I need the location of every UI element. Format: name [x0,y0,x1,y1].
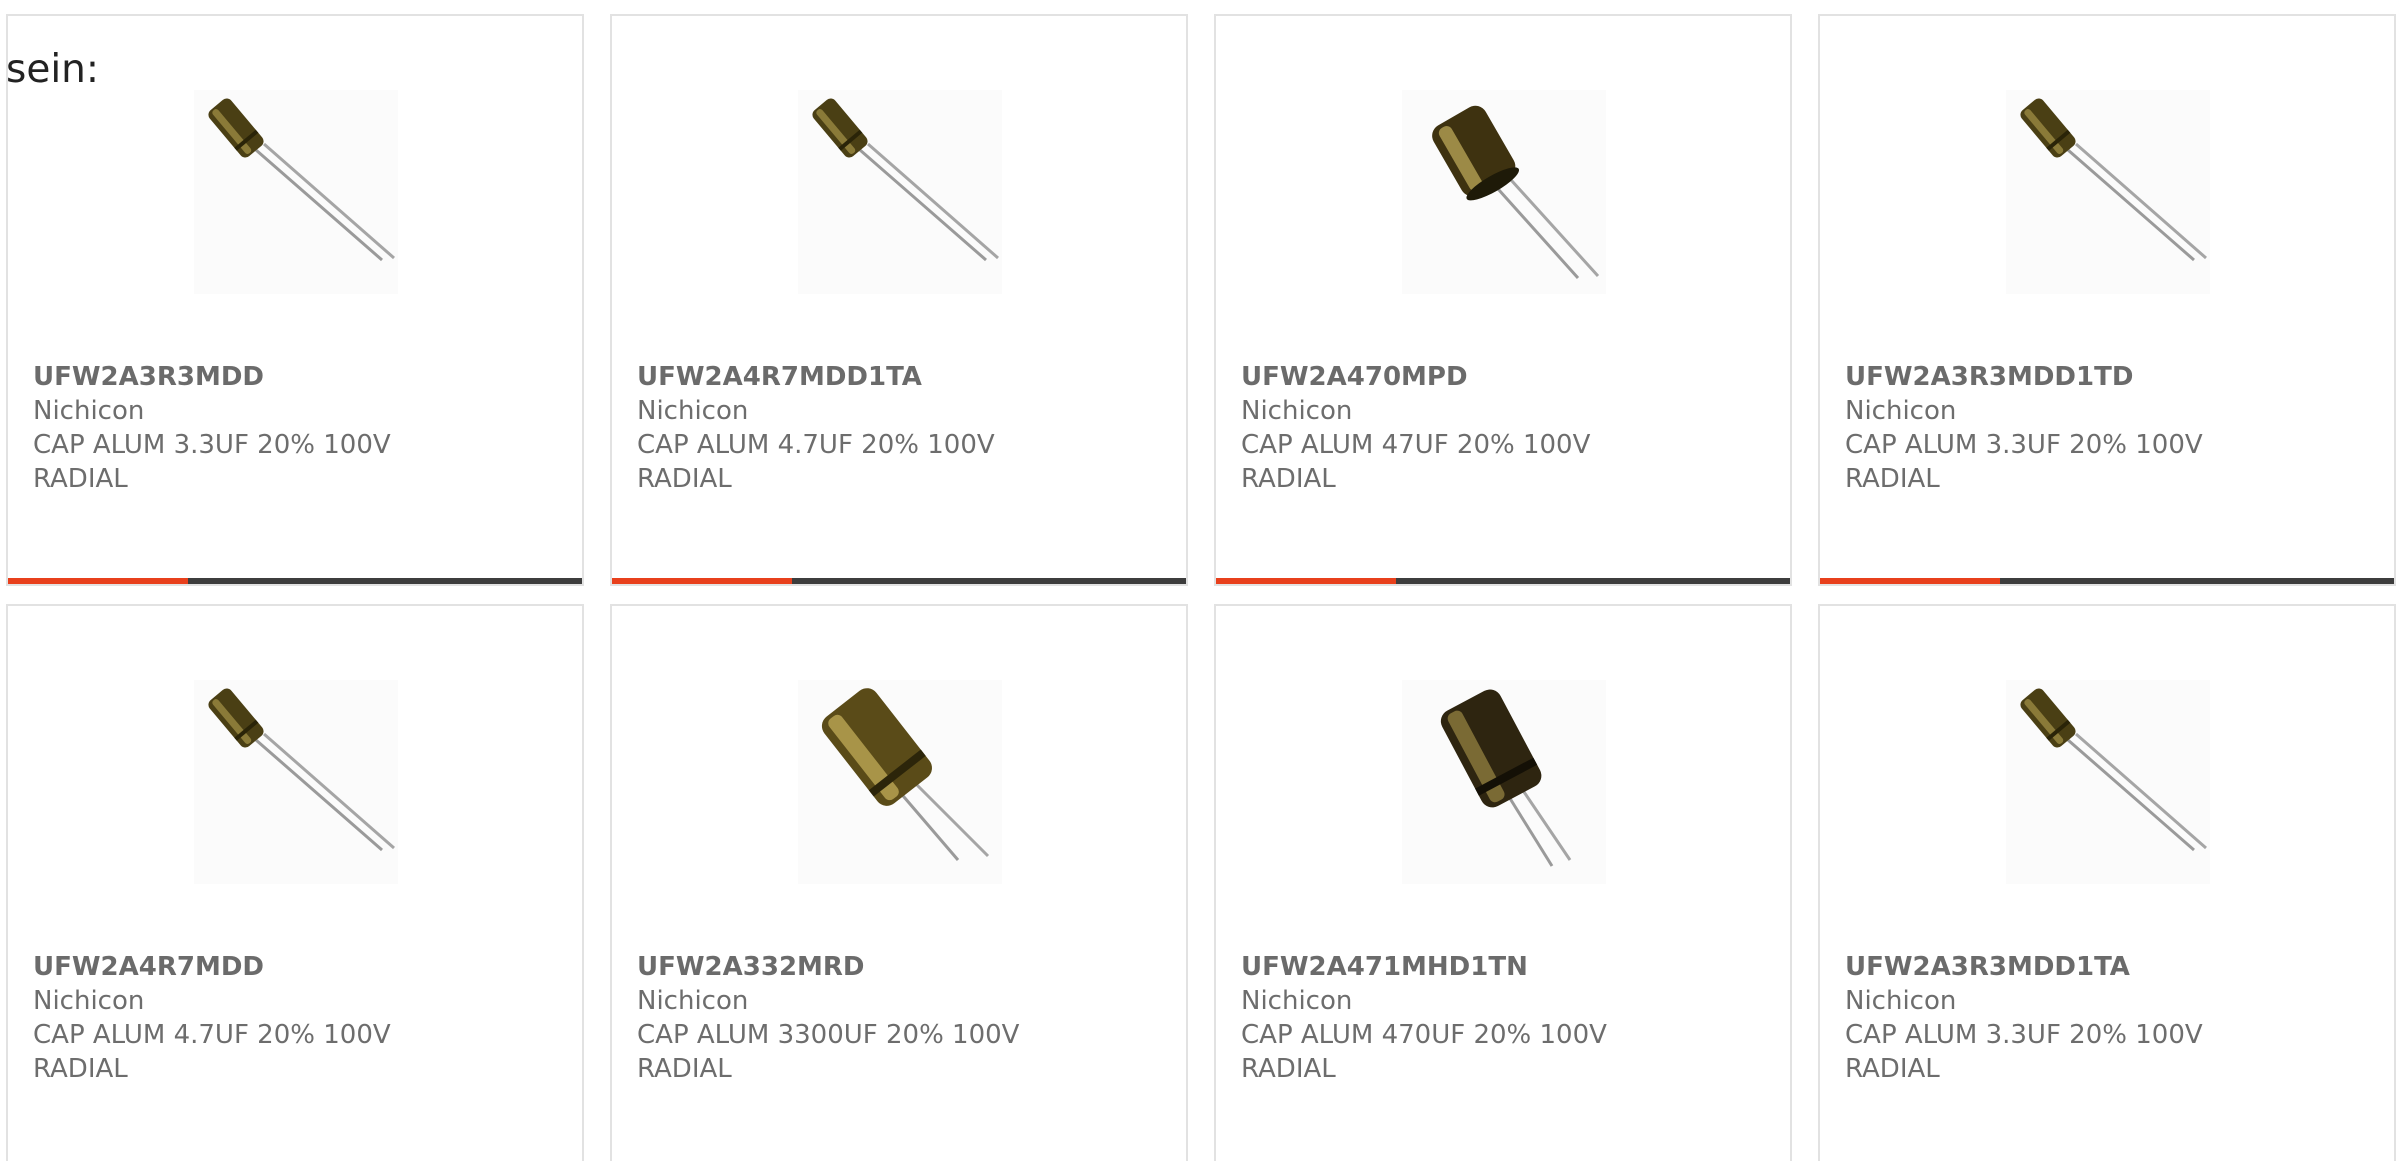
description: CAP ALUM 4.7UF 20% 100V [33,1020,391,1050]
product-image[interactable] [798,90,1002,294]
product-image[interactable] [2006,680,2210,884]
part-number[interactable]: UFW2A4R7MDD [33,950,553,984]
product-info: UFW2A3R3MDD Nichicon CAP ALUM 3.3UF 20% … [33,360,553,496]
card-bottom-bar [8,578,582,584]
product-info: UFW2A3R3MDD1TA Nichicon CAP ALUM 3.3UF 2… [1845,950,2365,1086]
product-grid: UFW2A3R3MDD Nichicon CAP ALUM 3.3UF 20% … [0,0,2400,1161]
product-info: UFW2A3R3MDD1TD Nichicon CAP ALUM 3.3UF 2… [1845,360,2365,496]
product-image[interactable] [2006,90,2210,294]
part-number[interactable]: UFW2A470MPD [1241,360,1761,394]
accent-bar [1820,578,2000,584]
product-image[interactable] [798,680,1002,884]
product-info: UFW2A470MPD Nichicon CAP ALUM 47UF 20% 1… [1241,360,1761,496]
product-card[interactable]: UFW2A3R3MDD1TA Nichicon CAP ALUM 3.3UF 2… [1818,604,2396,1161]
product-image[interactable] [1402,90,1606,294]
part-number[interactable]: UFW2A4R7MDD1TA [637,360,1157,394]
card-bottom-bar [612,578,1186,584]
description: CAP ALUM 470UF 20% 100V [1241,1020,1607,1050]
manufacturer: Nichicon [637,396,749,426]
accent-bar [1216,578,1396,584]
package: RADIAL [1241,1054,1336,1084]
package: RADIAL [1845,1054,1940,1084]
product-card[interactable]: UFW2A332MRD Nichicon CAP ALUM 3300UF 20%… [610,604,1188,1161]
card-bottom-bar [1216,578,1790,584]
description: CAP ALUM 3.3UF 20% 100V [1845,430,2203,460]
intro-text: sein: [6,47,100,92]
product-info: UFW2A4R7MDD Nichicon CAP ALUM 4.7UF 20% … [33,950,553,1086]
manufacturer: Nichicon [1241,396,1353,426]
manufacturer: Nichicon [1845,396,1957,426]
capacitor-icon [1440,689,1572,867]
product-image[interactable] [194,90,398,294]
product-info: UFW2A471MHD1TN Nichicon CAP ALUM 470UF 2… [1241,950,1761,1086]
product-card[interactable]: UFW2A4R7MDD1TA Nichicon CAP ALUM 4.7UF 2… [610,14,1188,586]
part-number[interactable]: UFW2A332MRD [637,950,1157,984]
description: CAP ALUM 47UF 20% 100V [1241,430,1591,460]
package: RADIAL [1845,464,1940,494]
product-card[interactable]: UFW2A3R3MDD1TD Nichicon CAP ALUM 3.3UF 2… [1818,14,2396,586]
manufacturer: Nichicon [1845,986,1957,1016]
capacitor-icon [208,688,395,852]
manufacturer: Nichicon [33,396,145,426]
capacitor-icon [208,98,395,262]
card-bottom-bar [1820,578,2394,584]
product-info: UFW2A4R7MDD1TA Nichicon CAP ALUM 4.7UF 2… [637,360,1157,496]
manufacturer: Nichicon [637,986,749,1016]
package: RADIAL [637,1054,732,1084]
description: CAP ALUM 3.3UF 20% 100V [33,430,391,460]
description: CAP ALUM 3.3UF 20% 100V [1845,1020,2203,1050]
part-number[interactable]: UFW2A3R3MDD1TD [1845,360,2365,394]
product-grid-page: sein: UFW2A3R3MDD Nichicon CAP ALUM 3.3U… [0,0,2400,1161]
capacitor-icon [821,688,990,861]
package: RADIAL [1241,464,1336,494]
manufacturer: Nichicon [1241,986,1353,1016]
product-card[interactable]: UFW2A3R3MDD Nichicon CAP ALUM 3.3UF 20% … [6,14,584,586]
part-number[interactable]: UFW2A3R3MDD1TA [1845,950,2365,984]
part-number[interactable]: UFW2A3R3MDD [33,360,553,394]
package: RADIAL [33,1054,128,1084]
accent-bar [8,578,188,584]
accent-bar [612,578,792,584]
product-card[interactable]: UFW2A4R7MDD Nichicon CAP ALUM 4.7UF 20% … [6,604,584,1161]
product-image[interactable] [1402,680,1606,884]
capacitor-icon [2020,688,2207,852]
capacitor-icon [1432,105,1600,280]
capacitor-icon [812,98,999,262]
description: CAP ALUM 3300UF 20% 100V [637,1020,1020,1050]
description: CAP ALUM 4.7UF 20% 100V [637,430,995,460]
part-number[interactable]: UFW2A471MHD1TN [1241,950,1761,984]
product-info: UFW2A332MRD Nichicon CAP ALUM 3300UF 20%… [637,950,1157,1086]
manufacturer: Nichicon [33,986,145,1016]
product-card[interactable]: UFW2A471MHD1TN Nichicon CAP ALUM 470UF 2… [1214,604,1792,1161]
package: RADIAL [637,464,732,494]
product-image[interactable] [194,680,398,884]
product-card[interactable]: UFW2A470MPD Nichicon CAP ALUM 47UF 20% 1… [1214,14,1792,586]
package: RADIAL [33,464,128,494]
capacitor-icon [2020,98,2207,262]
